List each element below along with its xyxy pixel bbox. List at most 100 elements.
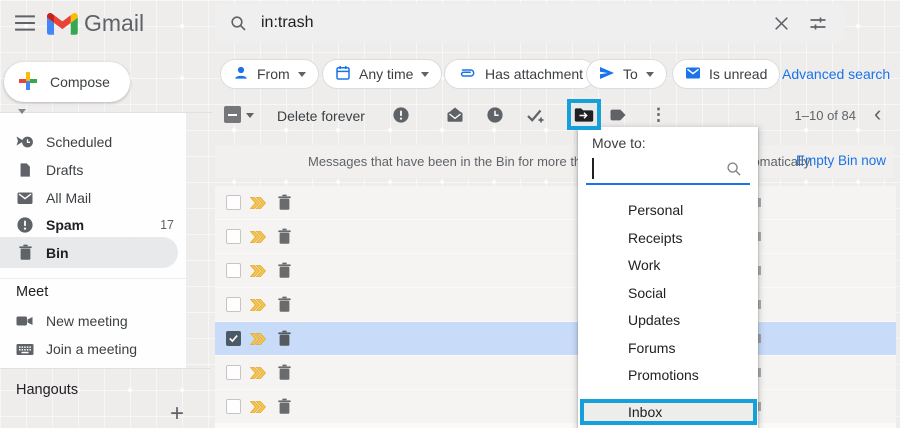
chip-any-time[interactable]: Any time xyxy=(322,59,442,89)
draft-icon xyxy=(16,161,34,179)
advanced-search-link[interactable]: Advanced search xyxy=(782,66,890,82)
delete-icon[interactable] xyxy=(277,398,292,420)
truncated-text xyxy=(758,266,761,275)
mail-row[interactable] xyxy=(215,390,896,423)
chip-from[interactable]: From xyxy=(220,59,319,89)
importance-marker-icon[interactable] xyxy=(250,366,266,384)
row-checkbox-checked[interactable] xyxy=(226,331,241,346)
delete-icon[interactable] xyxy=(277,194,292,216)
truncated-text xyxy=(758,334,761,343)
menu-item-promotions[interactable]: Promotions xyxy=(578,362,758,390)
row-checkbox[interactable] xyxy=(226,263,241,278)
newer-page-chevron-icon[interactable]: ‹ xyxy=(874,103,881,125)
text-cursor xyxy=(592,158,594,179)
delete-icon[interactable] xyxy=(277,330,292,352)
mail-row[interactable] xyxy=(215,288,896,321)
menu-item-updates[interactable]: Updates xyxy=(578,307,758,335)
delete-icon[interactable] xyxy=(277,262,292,284)
select-all-checkbox[interactable] xyxy=(224,106,241,123)
hangouts-section-header: Hangouts xyxy=(16,382,78,398)
chip-to[interactable]: To xyxy=(586,59,667,89)
mark-as-read-icon[interactable] xyxy=(443,103,467,127)
plus-multicolor-icon xyxy=(18,71,38,94)
inbox-highlight-box: Inbox xyxy=(580,399,757,425)
envelope-icon xyxy=(16,189,34,207)
delete-icon[interactable] xyxy=(277,228,292,250)
truncated-text xyxy=(758,232,761,241)
mail-row[interactable] xyxy=(215,254,896,287)
spam-count-badge: 17 xyxy=(160,218,174,232)
mail-row-selected[interactable] xyxy=(215,322,896,355)
person-icon xyxy=(233,65,249,83)
search-icon[interactable] xyxy=(230,15,247,37)
main-menu-button[interactable] xyxy=(14,13,40,35)
menu-item-work[interactable]: Work xyxy=(578,252,758,280)
delete-icon[interactable] xyxy=(277,364,292,386)
add-contact-button[interactable]: + xyxy=(170,400,184,428)
sidebar-item-new-meeting[interactable]: New meeting xyxy=(0,307,186,335)
search-input[interactable]: in:trash xyxy=(261,14,313,32)
importance-marker-icon[interactable] xyxy=(250,400,266,418)
importance-marker-icon[interactable] xyxy=(250,332,266,350)
snooze-icon[interactable] xyxy=(483,103,507,127)
more-options-icon[interactable]: ⋮ xyxy=(650,105,667,125)
sidebar-item-all-mail[interactable]: All Mail xyxy=(0,184,186,212)
sidebar-item-drafts[interactable]: Drafts xyxy=(0,156,186,184)
empty-bin-now-link[interactable]: Empty Bin now xyxy=(796,153,886,168)
importance-marker-icon[interactable] xyxy=(250,196,266,214)
menu-item-social[interactable]: Social xyxy=(578,280,758,308)
importance-marker-icon[interactable] xyxy=(250,264,266,282)
calendar-icon xyxy=(335,65,351,84)
mail-row[interactable] xyxy=(215,186,896,219)
chip-has-attachment[interactable]: Has attachment xyxy=(444,59,596,89)
menu-item-forums[interactable]: Forums xyxy=(578,335,758,363)
search-icon xyxy=(726,161,742,182)
label-search-input[interactable] xyxy=(586,155,750,183)
menu-item-inbox[interactable]: Inbox xyxy=(584,403,753,421)
move-to-button[interactable] xyxy=(571,103,597,126)
trash-icon xyxy=(16,244,34,262)
row-checkbox[interactable] xyxy=(226,297,241,312)
mail-row[interactable] xyxy=(215,356,896,389)
delete-icon[interactable] xyxy=(277,296,292,318)
chevron-down-icon xyxy=(421,72,429,77)
select-dropdown-icon[interactable] xyxy=(246,113,254,118)
spam-icon xyxy=(16,216,34,234)
gmail-window: Gmail in:trash From Any time Has attachm… xyxy=(0,0,900,428)
search-options-icon[interactable] xyxy=(809,15,827,37)
row-checkbox[interactable] xyxy=(226,195,241,210)
mail-row[interactable] xyxy=(215,220,896,253)
move-to-menu-title: Move to: xyxy=(592,135,646,151)
sidebar-item-spam[interactable]: Spam 17 xyxy=(0,211,186,239)
importance-marker-icon[interactable] xyxy=(250,230,266,248)
chevron-down-icon xyxy=(298,72,306,77)
gmail-logo-icon[interactable] xyxy=(47,11,78,40)
sidebar-divider xyxy=(0,112,212,113)
menu-item-personal[interactable]: Personal xyxy=(578,197,758,225)
indeterminate-mark xyxy=(228,114,237,116)
keyboard-icon xyxy=(16,340,34,358)
search-bar[interactable]: in:trash xyxy=(215,4,845,43)
truncated-text xyxy=(758,368,761,377)
mail-list xyxy=(215,186,896,428)
clear-search-icon[interactable] xyxy=(774,16,789,36)
compose-button[interactable]: Compose xyxy=(4,62,130,102)
truncated-text xyxy=(758,402,761,411)
sidebar-item-join-meeting[interactable]: Join a meeting xyxy=(0,335,186,363)
input-underline xyxy=(586,183,750,185)
bin-notice-banner: Messages that have been in the Bin for m… xyxy=(215,145,894,178)
row-checkbox[interactable] xyxy=(226,399,241,414)
sidebar-item-scheduled[interactable]: Scheduled xyxy=(0,128,186,156)
chip-is-unread[interactable]: Is unread xyxy=(672,59,780,89)
labels-icon[interactable] xyxy=(606,103,630,127)
importance-marker-icon[interactable] xyxy=(250,298,266,316)
row-checkbox[interactable] xyxy=(226,365,241,380)
delete-forever-button[interactable]: Delete forever xyxy=(277,108,365,124)
sidebar-item-bin[interactable]: Bin xyxy=(0,237,178,268)
row-checkbox[interactable] xyxy=(226,229,241,244)
schedule-send-icon xyxy=(16,133,34,151)
menu-item-receipts[interactable]: Receipts xyxy=(578,225,758,253)
add-to-tasks-icon[interactable] xyxy=(523,103,547,127)
report-spam-icon[interactable] xyxy=(389,103,413,127)
move-to-menu-items: Personal Receipts Work Social Updates Fo… xyxy=(578,197,758,390)
